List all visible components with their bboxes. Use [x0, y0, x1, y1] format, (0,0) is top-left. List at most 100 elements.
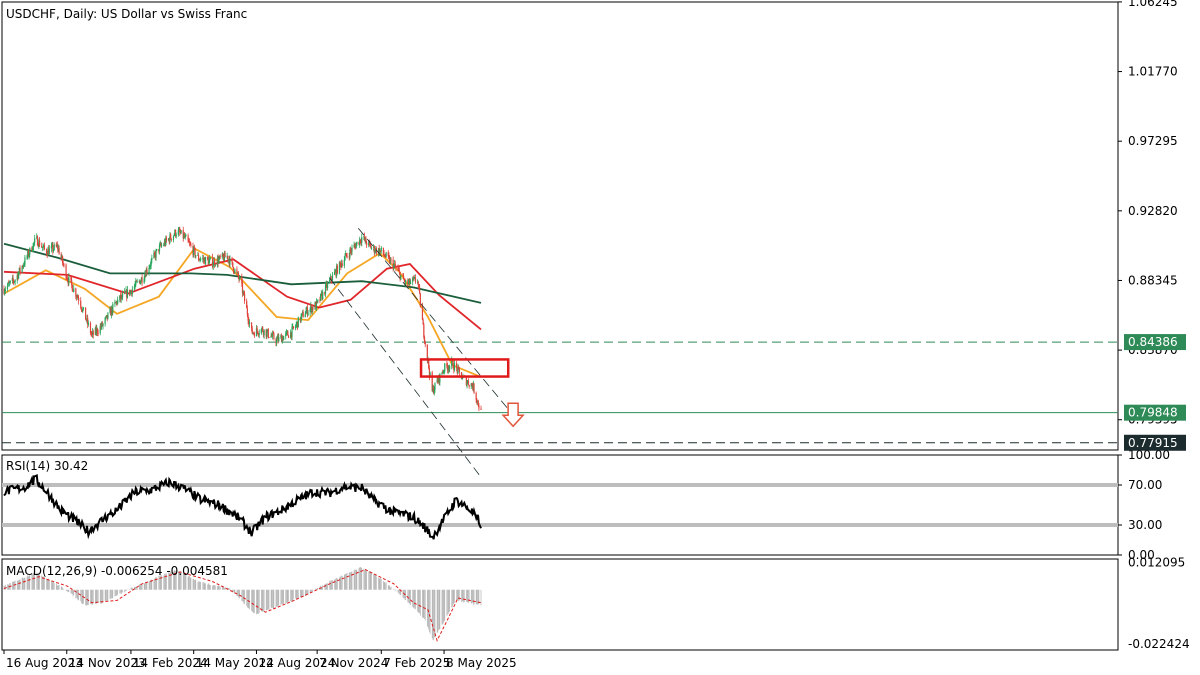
candle-body [158, 244, 161, 252]
price-tick-label: 1.01770 [1128, 65, 1178, 79]
date-tick-label: 8 May 2025 [446, 656, 517, 670]
candle-body [161, 245, 163, 247]
candle-body [136, 281, 138, 283]
x-axis-labels: 16 Aug 202314 Nov 202314 Feb 202414 May … [3, 650, 517, 670]
price-tick-label: 0.88345 [1128, 273, 1178, 287]
price-tick-label: 0.92820 [1128, 204, 1178, 218]
candle [268, 337, 270, 338]
price-tag-label: 0.79848 [1128, 406, 1178, 420]
candle-body [424, 342, 426, 345]
candle [41, 247, 43, 251]
candle [84, 307, 87, 320]
candle-body [453, 363, 456, 371]
candle-body [78, 297, 80, 301]
candle-body [248, 322, 251, 325]
rsi-label: RSI(14) 30.42 [6, 459, 88, 473]
candle-body [256, 328, 258, 332]
candle-body [297, 317, 299, 328]
macd-tick-label: 0.012095 [1128, 555, 1185, 569]
candle-body [258, 333, 260, 335]
candle-body [97, 332, 99, 334]
macd-signal-line [3, 569, 482, 642]
candle-body [212, 264, 214, 267]
candle-body [190, 244, 192, 246]
candle-body [468, 384, 470, 387]
candle [73, 284, 75, 293]
candle-body [117, 299, 119, 304]
candle-body [273, 333, 275, 340]
candle [468, 384, 470, 389]
candle-body [112, 304, 114, 314]
candle-body [366, 242, 368, 246]
candle-body [224, 252, 226, 258]
candle [283, 335, 285, 341]
candle-body [449, 365, 451, 370]
candle-body [200, 258, 202, 260]
candle-body [322, 291, 324, 300]
price-tick-label: 1.06245 [1128, 0, 1178, 9]
candle-body [82, 307, 85, 309]
candle-body [287, 331, 289, 336]
candle-body [439, 373, 441, 383]
candle-body [344, 255, 346, 260]
candle [38, 237, 41, 247]
candle-body [390, 259, 392, 261]
channel-lines [329, 228, 514, 478]
candle-body [87, 322, 89, 325]
candle-body [48, 248, 50, 255]
candle [467, 378, 470, 386]
candle [480, 405, 482, 411]
candle-body [195, 255, 197, 257]
candle-body [141, 277, 143, 283]
macd-tick-label: -0.022424 [1128, 637, 1190, 651]
macd-label: MACD(12,26,9) -0.006254 -0.004581 [6, 564, 228, 578]
candle-body [156, 249, 158, 251]
candle-body [58, 247, 60, 255]
candle-body [414, 277, 417, 282]
price-tick-label: 0.97295 [1128, 134, 1178, 148]
candle-body [312, 307, 314, 310]
candle-body [239, 276, 241, 280]
candle-body [361, 237, 363, 243]
candle-body [177, 230, 179, 235]
candle [322, 289, 324, 301]
candle-body [304, 313, 306, 318]
candle-body [80, 307, 83, 310]
candle-body [231, 257, 233, 263]
candle-body [126, 289, 129, 298]
candle [170, 238, 172, 242]
candle [453, 359, 456, 372]
candle-body [121, 293, 124, 298]
chart-canvas: 1.062451.017700.972950.928200.883450.838… [1, 0, 1190, 670]
candle-body [219, 255, 221, 258]
moving-average-0 [3, 247, 482, 378]
candle-body [151, 257, 153, 261]
candle-body [71, 280, 73, 285]
candle-body [146, 269, 148, 273]
candle [114, 299, 116, 308]
candle-body [336, 265, 338, 274]
candle-body [341, 263, 343, 266]
candle [473, 382, 475, 394]
candle [126, 286, 129, 299]
candle [297, 316, 299, 328]
candle-body [209, 257, 212, 259]
candle-body [107, 312, 109, 319]
candle-body [92, 331, 94, 335]
candle-body [292, 326, 295, 329]
candle-body [478, 405, 480, 409]
candle-body [444, 363, 446, 372]
date-tick-label: 7 Nov 2024 [319, 656, 388, 670]
candle [180, 229, 182, 234]
candle-body [244, 293, 246, 301]
candle-body [283, 336, 285, 341]
candle [419, 292, 421, 308]
rsi-tick-label: 70.00 [1128, 478, 1162, 492]
candle-body [276, 338, 278, 344]
candle-body [268, 337, 270, 338]
candle-body [263, 329, 265, 336]
candle-body [73, 288, 75, 292]
main-pane-frame [1, 1, 1119, 451]
candle-body [419, 293, 421, 307]
candle [71, 284, 73, 292]
